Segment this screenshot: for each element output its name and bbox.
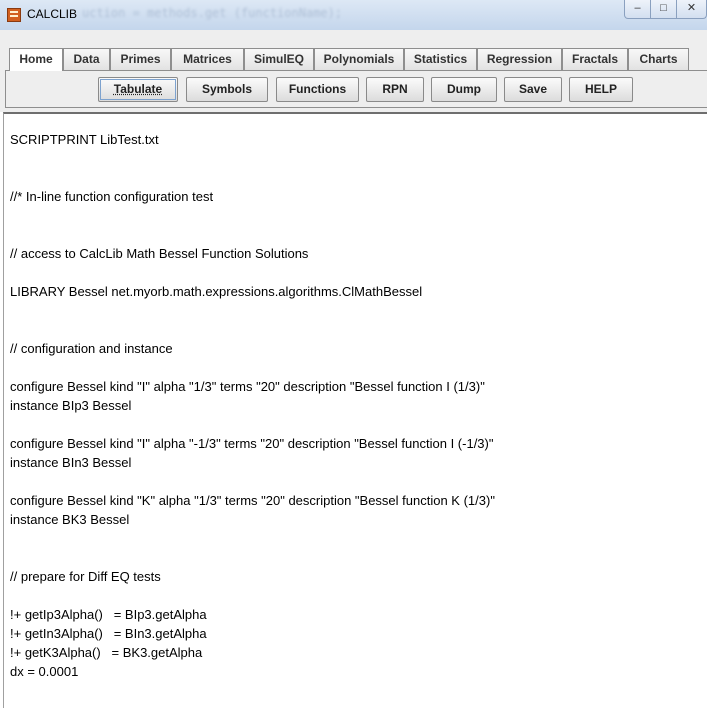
script-line: // access to CalcLib Math Bessel Functio… [10, 246, 309, 261]
functions-button[interactable]: Functions [276, 77, 359, 102]
tab-simuleq[interactable]: SimulEQ [244, 48, 314, 70]
tab-fractals[interactable]: Fractals [562, 48, 628, 70]
tab-regression[interactable]: Regression [477, 48, 562, 70]
tab-statistics[interactable]: Statistics [404, 48, 477, 70]
window-title-ghost-text: uction = methods.get (functionName); [82, 6, 343, 20]
minimize-button[interactable]: – [624, 0, 651, 19]
script-line: instance BK3 Bessel [10, 512, 130, 527]
tabulate-button-label: Tabulate [113, 82, 163, 96]
script-line: configure Bessel kind "K" alpha "1/3" te… [10, 493, 495, 508]
script-line: configure Bessel kind "I" alpha "-1/3" t… [10, 436, 494, 451]
title-bar: CALCLIB uction = methods.get (functionNa… [0, 0, 707, 31]
script-line: SCRIPTPRINT LibTest.txt [10, 132, 159, 147]
script-line: configure Bessel kind "I" alpha "1/3" te… [10, 379, 485, 394]
window-title: CALCLIB [27, 7, 78, 21]
script-line: instance BIn3 Bessel [10, 455, 132, 470]
tab-polynomials[interactable]: Polynomials [314, 48, 404, 70]
script-text-area[interactable]: SCRIPTPRINT LibTest.txt //* In-line func… [3, 112, 707, 708]
script-line: //* In-line function configuration test [10, 189, 214, 204]
script-line: // configuration and instance [10, 341, 173, 356]
tabulate-button[interactable]: Tabulate [98, 77, 178, 102]
script-line: !+ getIp3Alpha() = BIp3.getAlpha [10, 607, 207, 622]
tab-matrices[interactable]: Matrices [171, 48, 244, 70]
script-line: instance BIp3 Bessel [10, 398, 132, 413]
dump-button[interactable]: Dump [431, 77, 497, 102]
script-line: !+ getIn3Alpha() = BIn3.getAlpha [10, 626, 207, 641]
script-line: !+ getK3Alpha() = BK3.getAlpha [10, 645, 203, 660]
close-button[interactable]: ✕ [676, 0, 707, 19]
help-button[interactable]: HELP [569, 77, 633, 102]
script-line: dx = 0.0001 [10, 664, 79, 679]
script-line: LIBRARY Bessel net.myorb.math.expression… [10, 284, 423, 299]
tab-charts[interactable]: Charts [628, 48, 689, 70]
script-line: // prepare for Diff EQ tests [10, 569, 161, 584]
tab-data[interactable]: Data [63, 48, 110, 70]
calclib-app-icon [7, 8, 21, 22]
maximize-button[interactable]: □ [650, 0, 677, 19]
symbols-button[interactable]: Symbols [186, 77, 268, 102]
tab-home[interactable]: Home [9, 48, 63, 71]
rpn-button[interactable]: RPN [366, 77, 424, 102]
tab-primes[interactable]: Primes [110, 48, 171, 70]
save-button[interactable]: Save [504, 77, 562, 102]
